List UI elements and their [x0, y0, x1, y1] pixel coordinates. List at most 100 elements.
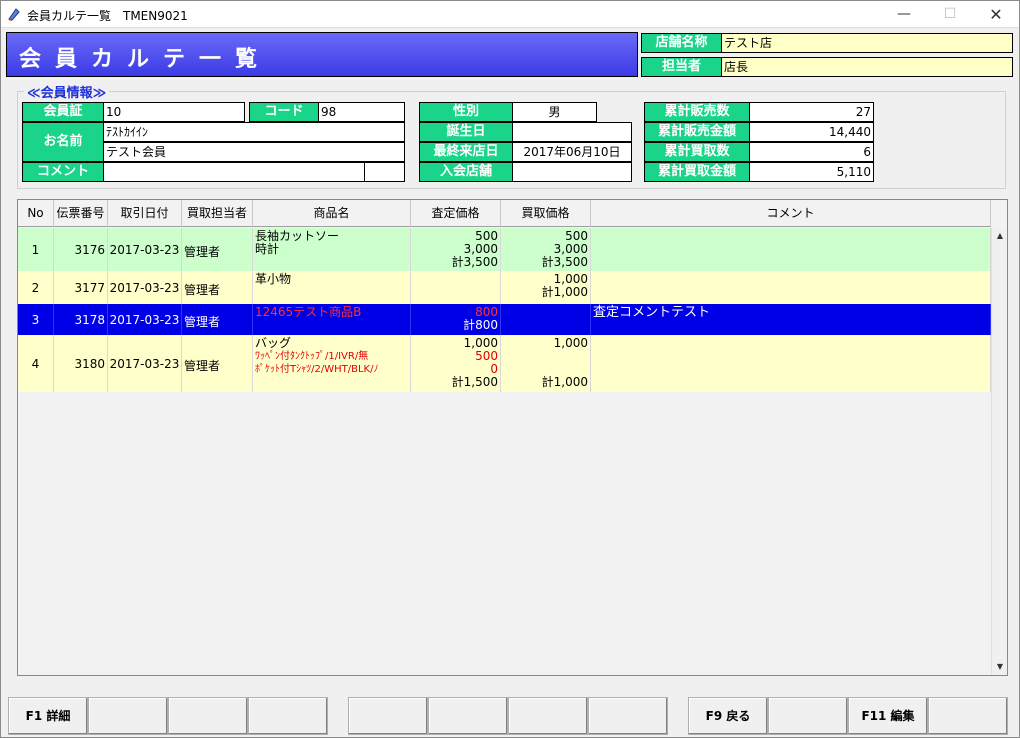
join-store-label: 入会店舗: [419, 162, 513, 182]
f3-button[interactable]: [168, 697, 248, 735]
member-card-value: 10: [103, 102, 245, 122]
buy-price: 1,000: [553, 336, 588, 350]
f12-button[interactable]: [928, 697, 1008, 735]
gender-value: 男: [512, 102, 597, 122]
grid-header: No 伝票番号 取引日付 買取担当者 商品名 査定価格 買取価格 コメント: [18, 200, 1007, 227]
buy-total: 計3,500: [541, 255, 588, 269]
f4-button[interactable]: [248, 697, 328, 735]
f7-button[interactable]: [508, 697, 588, 735]
buy-total: 計1,000: [541, 285, 588, 299]
function-key-bar: F1 詳細 F9 戻る F11 編集: [8, 697, 1012, 737]
f2-button[interactable]: [88, 697, 168, 735]
table-row[interactable]: 4 3180 2017-03-23 管理者 バッグ ﾜｯﾍﾟﾝ付ﾀﾝｸﾄｯﾌﾟ/…: [18, 335, 991, 392]
col-header-staff[interactable]: 買取担当者: [182, 200, 253, 227]
code-value: 98: [318, 102, 405, 122]
page-title: 会員カルテ一覧: [19, 47, 272, 72]
code-label: コード: [249, 102, 319, 122]
total-buy-amount-value: 5,110: [749, 162, 874, 182]
vertical-scrollbar[interactable]: ▲ ▼: [991, 228, 1007, 675]
row-staff: 管理者: [184, 359, 221, 373]
row-no: 4: [31, 357, 40, 371]
col-header-no[interactable]: No: [18, 200, 54, 227]
row-date: 2017-03-23: [109, 357, 180, 371]
assess-price: 500: [475, 349, 498, 363]
f10-button[interactable]: [768, 697, 848, 735]
comment-value: [103, 162, 365, 182]
item-name: ﾎﾟｹｯﾄ付Tｼｬﾂ/2/WHT/BLK/ﾉ: [255, 364, 379, 375]
row-date: 2017-03-23: [109, 313, 180, 327]
last-visit-label: 最終来店日: [419, 142, 513, 162]
f9-back-button[interactable]: F9 戻る: [688, 697, 768, 735]
comment-label: コメント: [22, 162, 104, 182]
f6-button[interactable]: [428, 697, 508, 735]
total-sales-count-label: 累計販売数: [644, 102, 750, 122]
member-card-label: 会員証: [22, 102, 104, 122]
name-label: お名前: [22, 122, 104, 162]
row-slip: 3178: [74, 313, 105, 327]
row-slip: 3177: [74, 281, 105, 295]
gender-label: 性別: [419, 102, 513, 122]
maximize-button[interactable]: ☐: [927, 1, 973, 28]
total-buy-amount-label: 累計買取金額: [644, 162, 750, 182]
total-sales-amount-value: 14,440: [749, 122, 874, 142]
join-store-value: [512, 162, 632, 182]
col-header-assess[interactable]: 査定価格: [411, 200, 501, 227]
staff-label: 担当者: [641, 57, 722, 77]
karte-grid: No 伝票番号 取引日付 買取担当者 商品名 査定価格 買取価格 コメント 1 …: [17, 199, 1008, 676]
page-header: 会員カルテ一覧: [6, 32, 638, 77]
assess-total: 計1,500: [451, 375, 498, 389]
row-date: 2017-03-23: [109, 281, 180, 295]
item-name: 時計: [255, 242, 280, 256]
item-name: 12465テスト商品B: [255, 305, 362, 319]
item-name: ﾜｯﾍﾟﾝ付ﾀﾝｸﾄｯﾌﾟ/1/IVR/無: [255, 351, 369, 362]
staff-value: 店長: [721, 57, 1013, 77]
name-kana-value: ﾃｽﾄｶｲｲﾝ: [103, 122, 405, 142]
item-name: バッグ: [255, 336, 292, 350]
buy-total: 計1,000: [541, 375, 588, 389]
table-row[interactable]: 2 3177 2017-03-23 管理者 革小物 1,000 計1,000: [18, 271, 991, 304]
col-header-date[interactable]: 取引日付: [108, 200, 182, 227]
row-no: 1: [31, 243, 40, 257]
app-window: 会員カルテ一覧 TMEN9021 — ☐ ✕ 会員カルテ一覧 店舗名称 テスト店…: [0, 0, 1020, 738]
scroll-down-icon[interactable]: ▼: [992, 659, 1007, 675]
close-button[interactable]: ✕: [973, 1, 1019, 28]
row-staff: 管理者: [184, 245, 221, 259]
total-sales-count-value: 27: [749, 102, 874, 122]
app-icon: [8, 8, 20, 21]
f5-button[interactable]: [348, 697, 428, 735]
store-name-value: テスト店: [721, 33, 1013, 53]
f1-detail-button[interactable]: F1 詳細: [8, 697, 88, 735]
item-name: 革小物: [255, 272, 292, 286]
assess-total: 計800: [463, 318, 498, 332]
f8-button[interactable]: [588, 697, 668, 735]
total-sales-amount-label: 累計販売金額: [644, 122, 750, 142]
table-row[interactable]: 1 3176 2017-03-23 管理者 長袖カットソー 時計 500 3,0…: [18, 228, 991, 271]
row-staff: 管理者: [184, 283, 221, 297]
last-visit-value: 2017年06月10日: [512, 142, 632, 162]
comment-extra-cell: [364, 162, 405, 182]
row-slip: 3180: [74, 357, 105, 371]
birthday-value: [512, 122, 632, 142]
name-value: テスト会員: [103, 142, 405, 162]
row-no: 2: [31, 281, 40, 295]
window-title: 会員カルテ一覧 TMEN9021: [27, 9, 188, 23]
row-comment: 査定コメントテスト: [593, 305, 711, 320]
col-header-buy[interactable]: 買取価格: [501, 200, 591, 227]
table-row-selected[interactable]: 3 3178 2017-03-23 管理者 12465テスト商品B 800 計8…: [18, 304, 991, 335]
f11-edit-button[interactable]: F11 編集: [848, 697, 928, 735]
col-header-item[interactable]: 商品名: [253, 200, 411, 227]
col-header-slip[interactable]: 伝票番号: [54, 200, 108, 227]
scroll-up-icon[interactable]: ▲: [992, 228, 1007, 244]
member-info-title: ≪会員情報≫: [24, 82, 110, 101]
row-slip: 3176: [74, 243, 105, 257]
title-bar: 会員カルテ一覧 TMEN9021 — ☐ ✕: [1, 1, 1019, 28]
assess-total: 計3,500: [451, 255, 498, 269]
total-buy-count-label: 累計買取数: [644, 142, 750, 162]
col-header-comment[interactable]: コメント: [591, 200, 991, 227]
row-no: 3: [31, 313, 40, 327]
minimize-button[interactable]: —: [881, 1, 927, 28]
birthday-label: 誕生日: [419, 122, 513, 142]
row-date: 2017-03-23: [109, 243, 180, 257]
total-buy-count-value: 6: [749, 142, 874, 162]
row-staff: 管理者: [184, 315, 221, 329]
